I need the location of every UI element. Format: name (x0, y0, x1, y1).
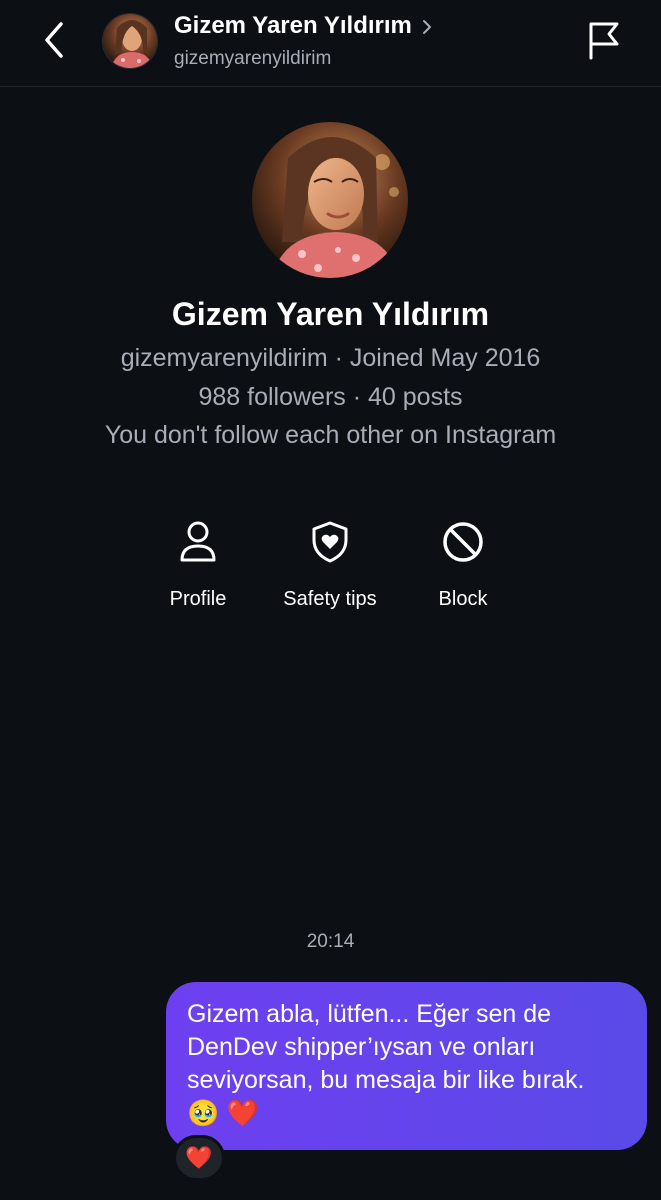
profile-avatar[interactable] (252, 122, 408, 278)
message-emojis: 🥹 ❤️ (187, 1098, 259, 1128)
flag-icon (589, 22, 619, 60)
message-text: Gizem abla, lütfen... Eğer sen de DenDev… (187, 1000, 585, 1128)
chevron-right-icon (422, 20, 431, 34)
shield-heart-icon (312, 521, 348, 563)
profile-name: Gizem Yaren Yıldırım (171, 296, 490, 332)
safety-tips-button[interactable]: Safety tips (260, 518, 400, 618)
message-bubble[interactable]: Gizem abla, lütfen... Eğer sen de DenDev… (166, 982, 647, 1150)
conversation-header: Gizem Yaren Yıldırım gizemyarenyildirim (0, 0, 661, 87)
header-username: gizemyarenyildirim (174, 48, 332, 69)
back-button[interactable] (36, 20, 72, 60)
report-button[interactable] (584, 20, 624, 60)
profile-button[interactable]: Profile (128, 518, 268, 618)
follow-status: You don't follow each other on Instagram (104, 421, 557, 449)
header-name: Gizem Yaren Yıldırım (174, 12, 412, 39)
profile-label: Profile (169, 588, 227, 610)
message-timestamp: 20:14 (306, 931, 355, 952)
person-icon (180, 521, 216, 562)
header-name-row[interactable]: Gizem Yaren Yıldırım (174, 12, 432, 40)
block-label: Block (438, 588, 488, 610)
block-button[interactable]: Block (393, 518, 533, 618)
block-icon (443, 522, 483, 562)
safety-tips-label: Safety tips (283, 588, 377, 610)
message-reaction[interactable]: ❤️ (173, 1135, 225, 1181)
profile-stats: 988 followers · 40 posts (198, 383, 463, 411)
chevron-left-icon (45, 22, 63, 58)
profile-username-joined: gizemyarenyildirim · Joined May 2016 (120, 344, 541, 372)
header-avatar[interactable] (102, 13, 158, 69)
